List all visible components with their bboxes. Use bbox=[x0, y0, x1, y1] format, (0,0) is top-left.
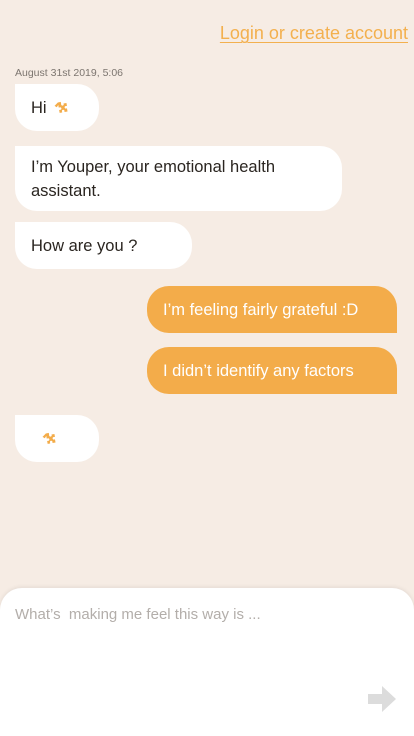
message-text: I’m feeling fairly grateful :D bbox=[163, 300, 359, 319]
message-composer bbox=[0, 588, 414, 736]
login-link[interactable]: Login or create account bbox=[220, 23, 408, 44]
message-text: Hi bbox=[31, 98, 47, 117]
puzzle-icon bbox=[41, 431, 57, 447]
message-text: How are you ? bbox=[31, 236, 138, 255]
message-text: I didn’t identify any factors bbox=[163, 361, 354, 380]
arrow-right-icon bbox=[366, 686, 398, 718]
user-message-bubble: I didn’t identify any factors bbox=[147, 347, 397, 394]
message-input[interactable] bbox=[15, 606, 355, 696]
chat-screen: Login or create account August 31st 2019… bbox=[0, 0, 414, 736]
bot-message-bubble: How are you ? bbox=[15, 222, 192, 269]
puzzle-icon bbox=[53, 100, 69, 116]
bot-message-bubble: Hi bbox=[15, 84, 99, 131]
message-text: I’m Youper, your emotional health assist… bbox=[31, 157, 275, 200]
bot-typing-bubble bbox=[15, 415, 99, 462]
chat-timestamp: August 31st 2019, 5:06 bbox=[15, 67, 123, 79]
send-button[interactable] bbox=[366, 683, 398, 715]
user-message-bubble: I’m feeling fairly grateful :D bbox=[147, 286, 397, 333]
bot-message-bubble: I’m Youper, your emotional health assist… bbox=[15, 146, 342, 211]
